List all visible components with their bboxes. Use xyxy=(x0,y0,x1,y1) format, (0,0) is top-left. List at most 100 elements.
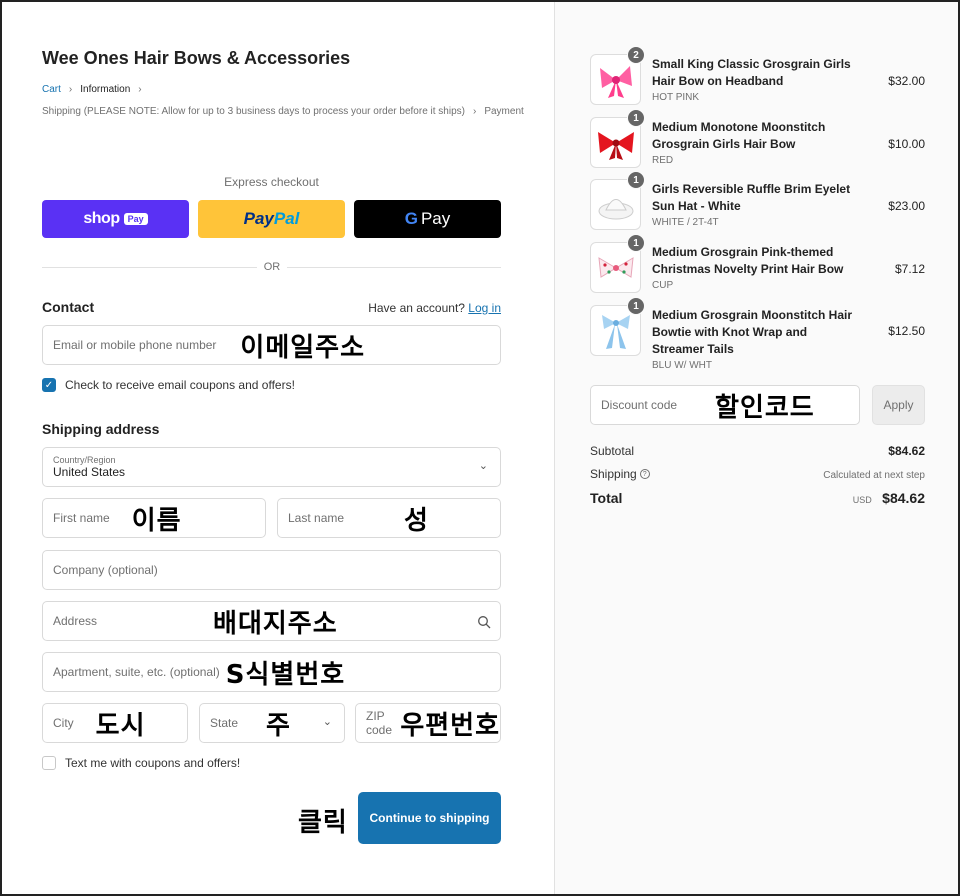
state-annotation: 주 xyxy=(266,710,291,741)
continue-to-shipping-button[interactable]: Continue to shipping xyxy=(358,792,501,844)
item-price: $7.12 xyxy=(894,262,925,276)
total-label: Total xyxy=(590,490,623,506)
item-name: Medium Monotone Moonstitch Grosgrain Gir… xyxy=(652,119,857,167)
currency-code: USD xyxy=(852,495,872,505)
chevron-down-icon: ⌄ xyxy=(322,716,332,728)
quantity-badge: 1 xyxy=(627,297,645,315)
breadcrumb-information: Information xyxy=(80,84,131,95)
company-field[interactable]: Company (optional) xyxy=(42,550,501,590)
item-price: $23.00 xyxy=(888,199,925,213)
company-placeholder: Company (optional) xyxy=(53,563,158,577)
quantity-badge: 1 xyxy=(627,109,645,127)
state-select[interactable]: State 주 ⌄ xyxy=(199,703,345,743)
order-item: 1 Medium Grosgrain Pink-themed Christmas… xyxy=(590,234,925,302)
breadcrumb-cart[interactable]: Cart xyxy=(42,84,61,95)
item-name: Small King Classic Grosgrain Girls Hair … xyxy=(652,56,857,104)
email-annotation: 이메일주소 xyxy=(240,332,366,363)
google-pay-button[interactable]: G Pay xyxy=(354,200,501,238)
text-coupon-label: Text me with coupons and offers! xyxy=(65,756,241,770)
chevron-right-icon: › xyxy=(68,84,73,95)
subtotal-label: Subtotal xyxy=(590,444,635,458)
item-variant: HOT PINK xyxy=(652,92,700,103)
store-name: Wee Ones Hair Bows & Accessories xyxy=(42,48,351,68)
apartment-annotation: S식별번호 xyxy=(225,659,346,690)
discount-code-field[interactable]: Discount code 할인코드 xyxy=(590,385,860,425)
quantity-badge: 2 xyxy=(627,46,645,64)
address-annotation: 배대지주소 xyxy=(213,608,338,639)
breadcrumb-line-2: Shipping (PLEASE NOTE: Allow for up to 3… xyxy=(42,106,524,117)
chevron-down-icon: ⌄ xyxy=(478,460,488,472)
blue-bow-icon xyxy=(601,314,630,349)
state-placeholder: State xyxy=(210,716,239,730)
shipping-row: Shipping ? Calculated at next step xyxy=(590,467,925,481)
item-title: Medium Grosgrain Pink-themed Christmas N… xyxy=(652,245,844,276)
item-variant: CUP xyxy=(652,280,674,291)
item-name: Medium Grosgrain Moonstitch Hair Bowtie … xyxy=(652,307,857,372)
order-summary: 2 Small King Classic Grosgrain Girls Hai… xyxy=(555,2,958,894)
item-title: Medium Monotone Moonstitch Grosgrain Gir… xyxy=(652,120,826,151)
last-name-field[interactable]: Last name 성 xyxy=(277,498,501,538)
apartment-placeholder: Apartment, suite, etc. (optional) xyxy=(53,665,220,679)
breadcrumb: Cart › Information › xyxy=(42,84,142,95)
email-field[interactable]: Email or mobile phone number 이메일주소 xyxy=(42,325,501,365)
address-field[interactable]: Address 배대지주소 xyxy=(42,601,501,641)
shipping-value: Calculated at next step xyxy=(823,470,925,481)
address-placeholder: Address xyxy=(53,614,98,628)
item-name: Medium Grosgrain Pink-themed Christmas N… xyxy=(652,244,857,292)
chevron-right-icon: › xyxy=(138,84,142,95)
total-value: $84.62 xyxy=(882,490,925,506)
order-item: 2 Small King Classic Grosgrain Girls Hai… xyxy=(590,46,925,114)
zip-annotation: 우편번호 xyxy=(400,710,500,741)
city-field[interactable]: City 도시 xyxy=(42,703,188,743)
quantity-badge: 1 xyxy=(627,234,645,252)
contact-heading: Contact xyxy=(42,299,95,315)
paypal-button[interactable]: Pay Pal xyxy=(198,200,345,238)
order-item: 1 Medium Monotone Moonstitch Grosgrain G… xyxy=(590,109,925,177)
red-bow-icon xyxy=(597,131,634,160)
country-value: United States xyxy=(53,465,126,479)
chevron-right-icon: › xyxy=(472,106,477,117)
zip-field[interactable]: ZIP code 우편번호 xyxy=(355,703,501,743)
subtotal-row: Subtotal $84.62 xyxy=(590,444,925,458)
item-price: $10.00 xyxy=(888,137,925,151)
email-coupon-option: ✓ Check to receive email coupons and off… xyxy=(42,378,295,392)
item-title: Girls Reversible Ruffle Brim Eyelet Sun … xyxy=(652,182,851,213)
breadcrumb-payment: Payment xyxy=(484,106,524,117)
last-name-placeholder: Last name xyxy=(288,511,345,525)
question-circle-icon[interactable]: ? xyxy=(639,469,650,479)
item-price: $12.50 xyxy=(888,324,925,338)
apartment-field[interactable]: Apartment, suite, etc. (optional) S식별번호 xyxy=(42,652,501,692)
account-prompt: Have an account? Log in xyxy=(368,301,501,315)
first-name-placeholder: First name xyxy=(53,511,110,525)
email-coupon-label: Check to receive email coupons and offer… xyxy=(65,378,295,392)
last-name-annotation: 성 xyxy=(404,505,429,536)
white-hat-icon xyxy=(598,198,633,219)
item-price: $32.00 xyxy=(888,74,925,88)
apply-discount-button[interactable]: Apply xyxy=(872,385,925,425)
pink-bow-icon xyxy=(599,65,632,98)
first-name-annotation: 이름 xyxy=(131,505,182,536)
subtotal-value: $84.62 xyxy=(888,444,925,458)
item-variant: BLU W/ WHT xyxy=(652,360,712,371)
shop-pay-chip: Pay xyxy=(123,213,148,225)
search-icon xyxy=(478,616,491,629)
login-link[interactable]: Log in xyxy=(468,301,501,315)
shipping-label: Shipping xyxy=(590,467,637,481)
shipping-heading: Shipping address xyxy=(42,421,160,437)
item-variant: WHITE / 2T-4T xyxy=(652,217,719,228)
checkout-main: Wee Ones Hair Bows & Accessories Cart › … xyxy=(2,2,555,894)
item-variant: RED xyxy=(652,155,674,166)
email-coupon-checkbox[interactable]: ✓ xyxy=(42,378,56,392)
google-g-icon: G xyxy=(404,209,418,228)
quantity-badge: 1 xyxy=(627,171,645,189)
item-title: Small King Classic Grosgrain Girls Hair … xyxy=(652,57,851,88)
country-select[interactable]: Country/Region United States ⌄ xyxy=(42,447,501,487)
zip-placeholder: ZIP code xyxy=(366,709,393,737)
first-name-field[interactable]: First name 이름 xyxy=(42,498,266,538)
text-coupon-checkbox[interactable] xyxy=(42,756,56,770)
shop-logo-text: shop xyxy=(83,210,120,227)
paypal-logo-part-1: Pay xyxy=(243,209,274,228)
item-name: Girls Reversible Ruffle Brim Eyelet Sun … xyxy=(652,181,857,229)
shop-pay-button[interactable]: shop Pay xyxy=(42,200,189,238)
order-item: 1 Medium Grosgrain Moonstitch Hair Bowti… xyxy=(590,297,925,375)
